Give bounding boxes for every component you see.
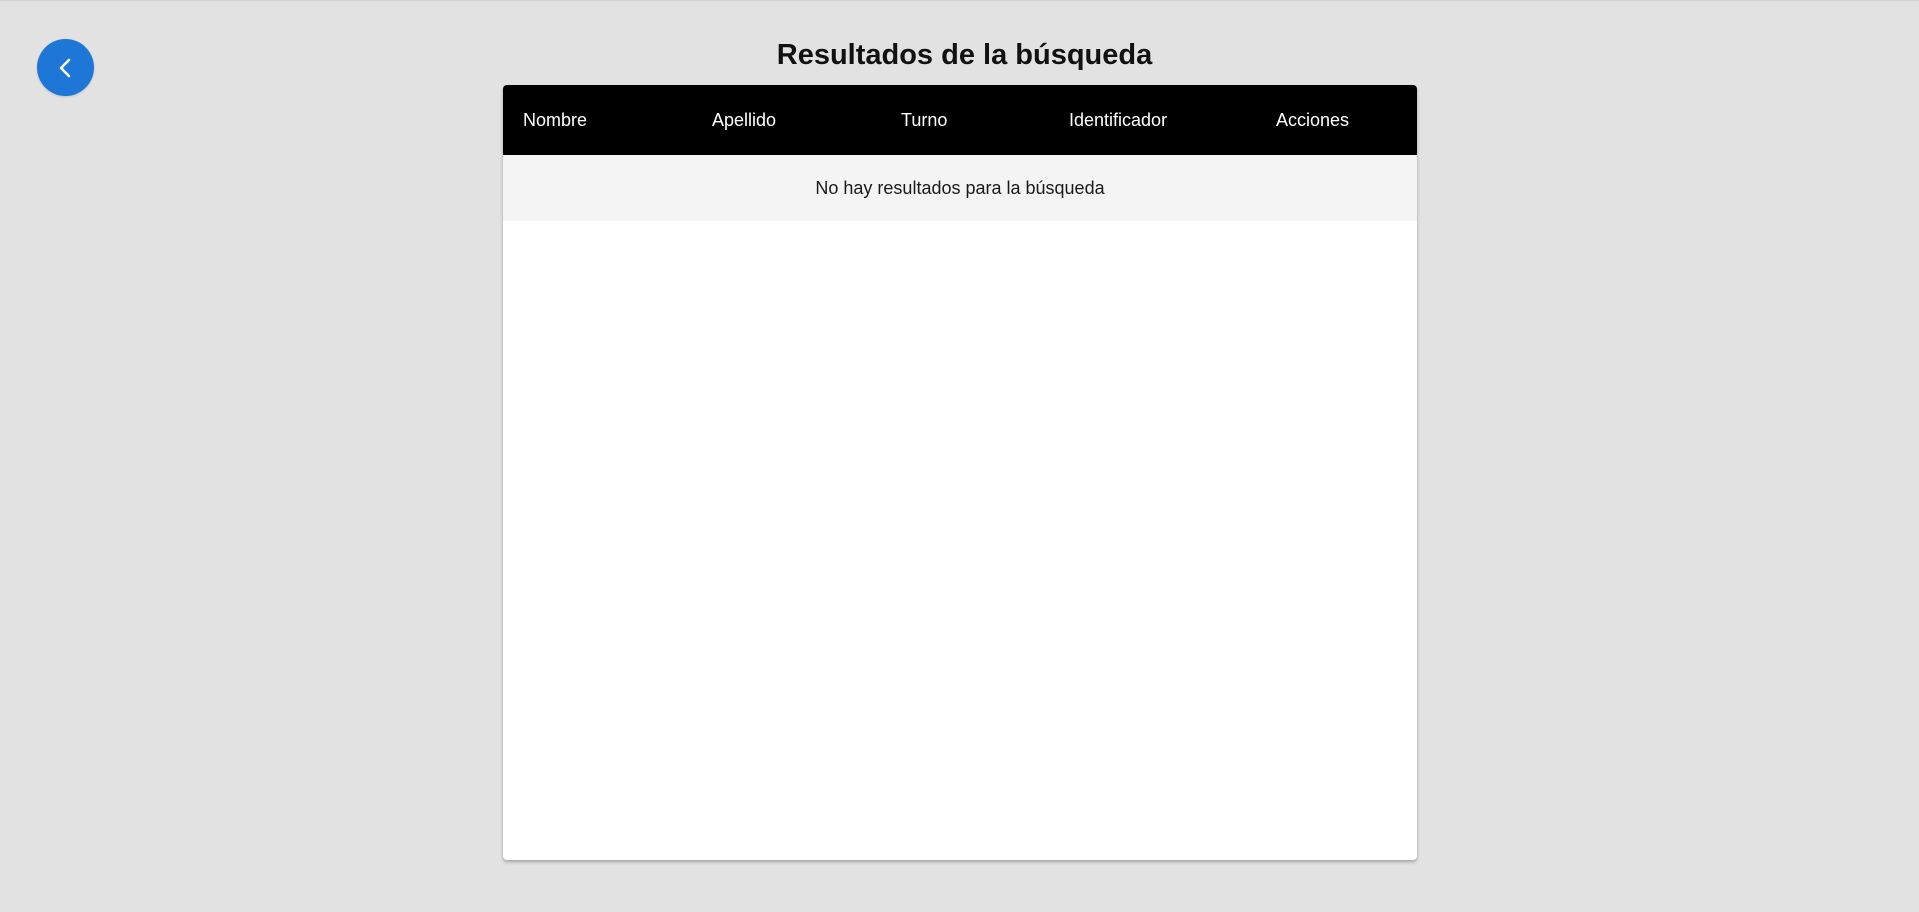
column-header-acciones: Acciones xyxy=(1276,110,1350,130)
column-header-apellido: Apellido xyxy=(712,110,777,130)
table-header: Nombre Apellido Turno Identificador Acci… xyxy=(503,85,1417,155)
column-header-turno: Turno xyxy=(901,110,948,130)
page-title: Resultados de la búsqueda xyxy=(776,39,1153,71)
column-header-identificador: Identificador xyxy=(1069,110,1168,130)
results-table: Nombre Apellido Turno Identificador Acci… xyxy=(503,85,1417,860)
empty-results-row: No hay resultados para la búsqueda xyxy=(503,155,1417,221)
top-divider xyxy=(0,0,1919,1)
empty-results-message: No hay resultados para la búsqueda xyxy=(815,177,1105,198)
column-header-nombre: Nombre xyxy=(523,110,588,130)
